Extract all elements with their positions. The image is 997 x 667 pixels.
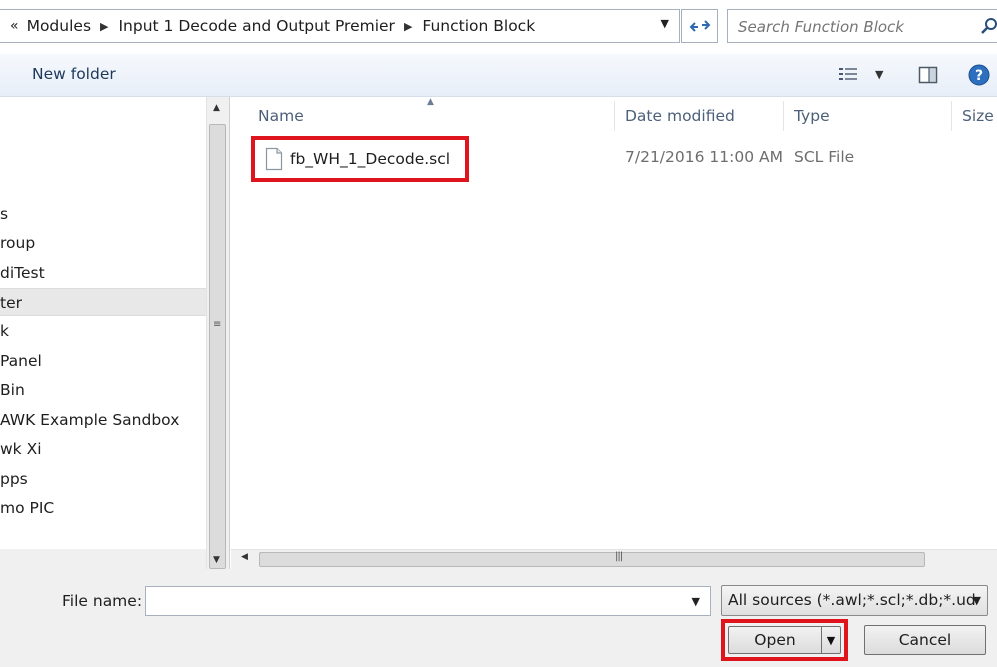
open-button[interactable]: Open (729, 627, 822, 653)
address-bar[interactable]: « Modules ▶ Input 1 Decode and Output Pre… (0, 9, 680, 43)
open-options-dropdown-icon[interactable]: ▼ (822, 627, 840, 653)
views-dropdown-icon[interactable]: ▼ (875, 68, 883, 81)
column-header-type[interactable]: Type (794, 97, 830, 135)
nav-item[interactable]: pps (0, 465, 28, 493)
nav-item[interactable]: k (0, 317, 9, 345)
file-name: fb_WH_1_Decode.scl (290, 150, 451, 168)
file-type-filter-select[interactable]: All sources (*.awl;*.scl;*.db;*.ud ▼ (721, 585, 988, 616)
open-split-button[interactable]: Open ▼ (728, 626, 841, 654)
nav-item[interactable]: mo PIC (0, 494, 54, 522)
scrollbar-thumb[interactable]: ≡ (209, 124, 226, 569)
refresh-icon (689, 20, 710, 32)
svg-text:?: ? (975, 68, 983, 84)
column-header-date[interactable]: Date modified (625, 97, 735, 135)
command-toolbar: New folder ▼ ? (0, 54, 997, 97)
file-name-label: File name: (62, 592, 143, 610)
file-date: 7/21/2016 11:00 AM (625, 148, 783, 166)
nav-item[interactable]: diTest (0, 259, 45, 287)
new-folder-button[interactable]: New folder (32, 65, 116, 83)
nav-item[interactable]: AWK Example Sandbox (0, 406, 179, 434)
nav-item[interactable]: Panel (0, 347, 42, 375)
search-input[interactable] (736, 11, 970, 43)
nav-item[interactable]: roup (0, 229, 35, 257)
column-header-name[interactable]: Name (258, 97, 304, 135)
cancel-button[interactable]: Cancel (864, 625, 986, 655)
column-divider[interactable] (951, 101, 952, 131)
views-icon[interactable] (838, 66, 860, 82)
breadcrumb-label: Function Block (422, 17, 536, 35)
nav-item[interactable]: Bin (0, 376, 25, 404)
filter-text: All sources (*.awl;*.scl;*.db;*.ud (728, 591, 976, 609)
column-divider[interactable] (783, 101, 784, 131)
file-list[interactable]: ▲ Name Date modified Type Size fb_WH_1_D… (231, 97, 997, 549)
file-name-input[interactable] (150, 588, 674, 616)
nav-item[interactable]: s (0, 200, 8, 228)
nav-item-selected[interactable]: ter (0, 288, 206, 316)
preview-pane-icon[interactable] (918, 65, 938, 85)
search-icon[interactable] (980, 16, 997, 36)
scrollbar-thumb[interactable]: ||| (259, 551, 925, 567)
column-divider[interactable] (614, 101, 615, 131)
nav-pane-bottom (0, 549, 206, 569)
breadcrumb-input-decode[interactable]: Input 1 Decode and Output Premier ▶ (118, 17, 422, 35)
breadcrumb-arrow-icon[interactable]: ▶ (100, 20, 108, 33)
nav-pane-scrollbar[interactable]: ▲ ≡ ▼ (206, 97, 230, 569)
scroll-up-icon[interactable]: ▲ (213, 103, 220, 113)
scroll-left-icon[interactable]: ◀ (241, 552, 248, 562)
help-icon[interactable]: ? (968, 64, 990, 86)
nav-item[interactable]: wk Xi (0, 435, 42, 463)
dropdown-arrow-icon[interactable]: ▼ (692, 595, 700, 608)
breadcrumb-arrow-icon[interactable]: ▶ (404, 20, 412, 33)
file-row[interactable]: fb_WH_1_Decode.scl 7/21/2016 11:00 AM SC… (251, 136, 997, 182)
sort-ascending-icon: ▲ (427, 97, 434, 107)
file-name-cell-highlighted[interactable]: fb_WH_1_Decode.scl (251, 136, 469, 182)
file-name-combobox[interactable]: ▼ (145, 586, 711, 616)
dialog-footer: File name: ▼ All sources (*.awl;*.scl;*.… (0, 569, 997, 667)
grip-icon: ||| (615, 551, 623, 562)
document-icon (265, 147, 283, 171)
breadcrumb-label: Input 1 Decode and Output Premier (118, 17, 395, 35)
navigation-pane[interactable]: s roup diTest ter k Panel Bin AWK Exampl… (0, 97, 206, 549)
address-dropdown-icon[interactable]: ▼ (661, 17, 669, 30)
file-type: SCL File (794, 148, 855, 166)
breadcrumb-label: Modules (26, 17, 92, 35)
chevron-double-left-icon[interactable]: « (10, 18, 19, 34)
open-button-highlight: Open ▼ (721, 619, 848, 661)
breadcrumb-function-block[interactable]: Function Block (422, 17, 535, 35)
horizontal-scrollbar[interactable]: ◀ ||| (231, 549, 997, 569)
column-header-size[interactable]: Size (962, 97, 994, 135)
scroll-down-icon[interactable]: ▼ (213, 555, 220, 565)
breadcrumb-modules[interactable]: Modules ▶ (27, 17, 119, 35)
grip-icon: ≡ (213, 319, 222, 330)
search-box[interactable] (727, 9, 997, 43)
dropdown-arrow-icon[interactable]: ▼ (973, 586, 981, 615)
refresh-button[interactable] (681, 9, 718, 43)
